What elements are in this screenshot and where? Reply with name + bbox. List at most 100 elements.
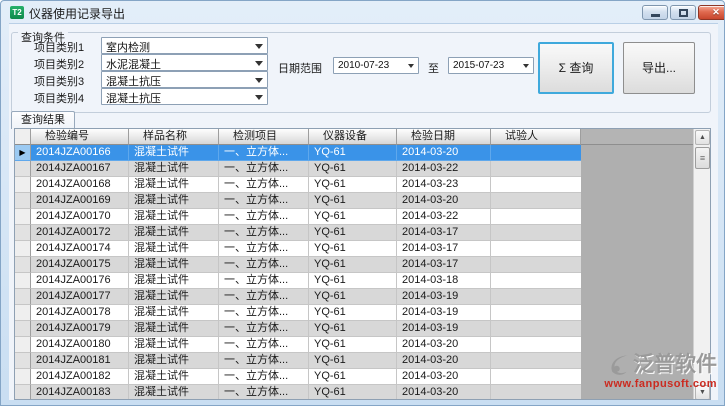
row-selector[interactable] bbox=[15, 353, 31, 369]
cell-test-item: 一、立方体... bbox=[219, 145, 309, 161]
cell-sample-name: 混凝土试件 bbox=[129, 337, 219, 353]
cell-instrument: YQ-61 bbox=[309, 353, 397, 369]
cell-inspection-no: 2014JZA00174 bbox=[31, 241, 129, 257]
row-selector[interactable] bbox=[15, 225, 31, 241]
category2-combobox[interactable]: 水泥混凝土 bbox=[101, 54, 268, 71]
table-row[interactable]: 2014JZA00180混凝土试件一、立方体...YQ-612014-03-20 bbox=[15, 337, 581, 353]
cell-tester bbox=[491, 289, 581, 305]
scroll-up-button[interactable]: ▲ bbox=[695, 130, 710, 145]
row-selector[interactable] bbox=[15, 209, 31, 225]
maximize-icon bbox=[679, 9, 688, 17]
table-row[interactable]: 2014JZA00178混凝土试件一、立方体...YQ-612014-03-19 bbox=[15, 305, 581, 321]
cell-tester bbox=[491, 305, 581, 321]
chevron-down-icon[interactable] bbox=[255, 61, 263, 66]
table-row[interactable]: 2014JZA00177混凝土试件一、立方体...YQ-612014-03-19 bbox=[15, 289, 581, 305]
cell-sample-name: 混凝土试件 bbox=[129, 257, 219, 273]
cell-tester bbox=[491, 353, 581, 369]
cell-inspection-date: 2014-03-20 bbox=[397, 145, 491, 161]
row-selector[interactable] bbox=[15, 289, 31, 305]
cell-inspection-date: 2014-03-20 bbox=[397, 369, 491, 385]
cell-inspection-no: 2014JZA00176 bbox=[31, 273, 129, 289]
cell-inspection-no: 2014JZA00167 bbox=[31, 161, 129, 177]
cell-inspection-date: 2014-03-18 bbox=[397, 273, 491, 289]
table-row[interactable]: ▶2014JZA00166混凝土试件一、立方体...YQ-612014-03-2… bbox=[15, 145, 581, 161]
date-to-picker[interactable]: 2015-07-23 bbox=[448, 57, 534, 74]
category1-combobox[interactable]: 室内检测 bbox=[101, 37, 268, 54]
cell-inspection-no: 2014JZA00183 bbox=[31, 385, 129, 400]
category3-value: 混凝土抗压 bbox=[106, 76, 161, 88]
cell-sample-name: 混凝土试件 bbox=[129, 369, 219, 385]
cell-instrument: YQ-61 bbox=[309, 369, 397, 385]
table-row[interactable]: 2014JZA00167混凝土试件一、立方体...YQ-612014-03-22 bbox=[15, 161, 581, 177]
field-label-category3: 项目类别3 bbox=[34, 73, 84, 89]
table-row[interactable]: 2014JZA00176混凝土试件一、立方体...YQ-612014-03-18 bbox=[15, 273, 581, 289]
table-row[interactable]: 2014JZA00175混凝土试件一、立方体...YQ-612014-03-17 bbox=[15, 257, 581, 273]
category3-combobox[interactable]: 混凝土抗压 bbox=[101, 71, 268, 88]
cell-test-item: 一、立方体... bbox=[219, 321, 309, 337]
scrollbar-thumb[interactable]: ≡ bbox=[695, 147, 710, 169]
row-selector[interactable] bbox=[15, 385, 31, 400]
close-button[interactable]: ✕ bbox=[698, 5, 725, 20]
cell-inspection-no: 2014JZA00166 bbox=[31, 145, 129, 161]
chevron-down-icon[interactable] bbox=[523, 64, 529, 68]
cell-inspection-date: 2014-03-20 bbox=[397, 337, 491, 353]
table-row[interactable]: 2014JZA00182混凝土试件一、立方体...YQ-612014-03-20 bbox=[15, 369, 581, 385]
field-label-category2: 项目类别2 bbox=[34, 56, 84, 72]
category4-combobox[interactable]: 混凝土抗压 bbox=[101, 88, 268, 105]
row-selector[interactable] bbox=[15, 241, 31, 257]
table-row[interactable]: 2014JZA00170混凝土试件一、立方体...YQ-612014-03-22 bbox=[15, 209, 581, 225]
column-header-inspection-no[interactable]: 检验编号 bbox=[31, 129, 129, 145]
date-from-picker[interactable]: 2010-07-23 bbox=[333, 57, 419, 74]
table-row[interactable]: 2014JZA00181混凝土试件一、立方体...YQ-612014-03-20 bbox=[15, 353, 581, 369]
row-selector[interactable] bbox=[15, 161, 31, 177]
cell-test-item: 一、立方体... bbox=[219, 161, 309, 177]
column-header-tester[interactable]: 试验人 bbox=[491, 129, 581, 145]
title-bar[interactable]: T2 仪器使用记录导出 ✕ bbox=[1, 1, 724, 23]
date-range-label: 日期范围 bbox=[278, 60, 322, 76]
table-row[interactable]: 2014JZA00174混凝土试件一、立方体...YQ-612014-03-17 bbox=[15, 241, 581, 257]
fanpu-logo-icon bbox=[607, 353, 631, 377]
field-label-category1: 项目类别1 bbox=[34, 39, 84, 55]
row-selector[interactable] bbox=[15, 177, 31, 193]
column-header-sample-name[interactable]: 样品名称 bbox=[129, 129, 219, 145]
cell-sample-name: 混凝土试件 bbox=[129, 193, 219, 209]
cell-tester bbox=[491, 369, 581, 385]
table-row[interactable]: 2014JZA00172混凝土试件一、立方体...YQ-612014-03-17 bbox=[15, 225, 581, 241]
cell-inspection-no: 2014JZA00170 bbox=[31, 209, 129, 225]
row-selector[interactable] bbox=[15, 273, 31, 289]
row-selector[interactable] bbox=[15, 193, 31, 209]
row-selector[interactable] bbox=[15, 321, 31, 337]
minimize-icon bbox=[651, 14, 660, 17]
close-icon: ✕ bbox=[712, 7, 720, 17]
column-header-inspection-date[interactable]: 检验日期 bbox=[397, 129, 491, 145]
table-row[interactable]: 2014JZA00168混凝土试件一、立方体...YQ-612014-03-23 bbox=[15, 177, 581, 193]
cell-instrument: YQ-61 bbox=[309, 241, 397, 257]
table-row[interactable]: 2014JZA00179混凝土试件一、立方体...YQ-612014-03-19 bbox=[15, 321, 581, 337]
row-selector[interactable] bbox=[15, 305, 31, 321]
column-header-instrument[interactable]: 仪器设备 bbox=[309, 129, 397, 145]
cell-inspection-date: 2014-03-17 bbox=[397, 257, 491, 273]
chevron-down-icon[interactable] bbox=[255, 78, 263, 83]
row-selector-current[interactable]: ▶ bbox=[15, 145, 31, 161]
chevron-down-icon[interactable] bbox=[255, 95, 263, 100]
tab-query-results[interactable]: 查询结果 bbox=[11, 111, 75, 129]
row-selector[interactable] bbox=[15, 337, 31, 353]
cell-inspection-no: 2014JZA00175 bbox=[31, 257, 129, 273]
cell-tester bbox=[491, 193, 581, 209]
query-button-label: 查询 bbox=[569, 61, 593, 75]
table-row[interactable]: 2014JZA00169混凝土试件一、立方体...YQ-612014-03-20 bbox=[15, 193, 581, 209]
cell-tester bbox=[491, 177, 581, 193]
row-selector[interactable] bbox=[15, 257, 31, 273]
column-header-test-item[interactable]: 检测项目 bbox=[219, 129, 309, 145]
row-selector[interactable] bbox=[15, 369, 31, 385]
chevron-down-icon[interactable] bbox=[408, 64, 414, 68]
date-range-to-label: 至 bbox=[428, 60, 439, 76]
chevron-down-icon[interactable] bbox=[255, 44, 263, 49]
cell-instrument: YQ-61 bbox=[309, 321, 397, 337]
maximize-button[interactable] bbox=[670, 5, 696, 20]
query-button[interactable]: Σ 查询 bbox=[538, 42, 614, 94]
table-row[interactable]: 2014JZA00183混凝土试件一、立方体...YQ-612014-03-20 bbox=[15, 385, 581, 400]
export-button[interactable]: 导出... bbox=[623, 42, 695, 94]
cell-instrument: YQ-61 bbox=[309, 289, 397, 305]
minimize-button[interactable] bbox=[642, 5, 668, 20]
